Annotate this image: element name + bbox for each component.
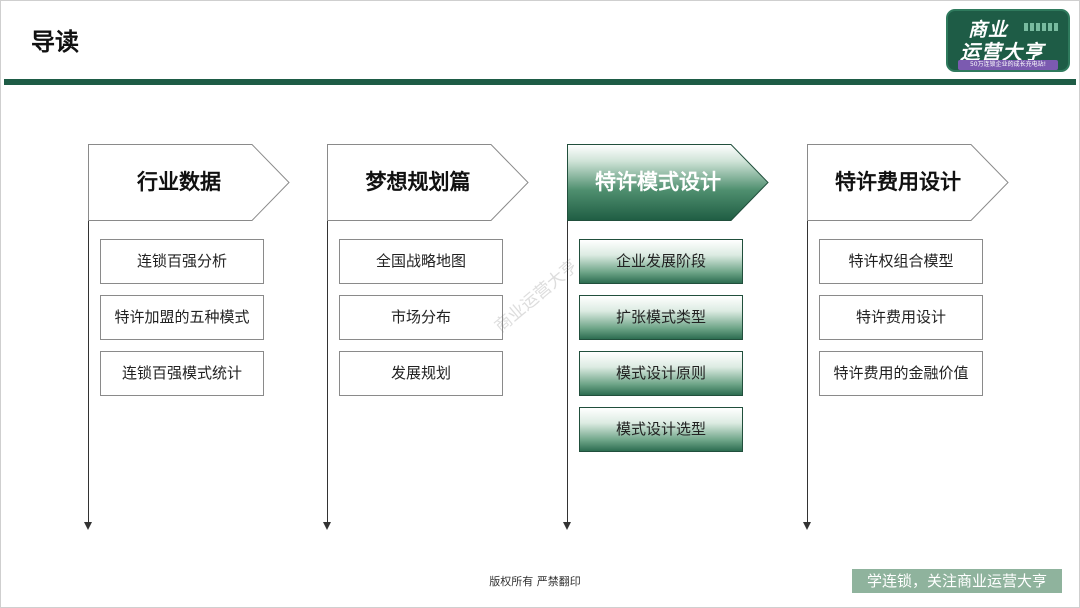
list-item-active[interactable]: 模式设计选型 [579, 407, 743, 452]
column-header[interactable]: 特许费用设计 [807, 144, 1009, 221]
column-header[interactable]: 梦想规划篇 [327, 144, 529, 221]
list-item[interactable]: 连锁百强分析 [100, 239, 264, 284]
list-item[interactable]: 特许加盟的五种模式 [100, 295, 264, 340]
column-header[interactable]: 行业数据 [88, 144, 290, 221]
column-franchise-fee-design: 特许费用设计 特许权组合模型 特许费用设计 特许费用的金融价值 [803, 144, 1027, 534]
page-title: 导读 [31, 28, 79, 56]
list-item[interactable]: 特许费用的金融价值 [819, 351, 983, 396]
header-divider [4, 79, 1076, 85]
footer-badge: 学连锁，关注商业运营大亨 [852, 569, 1062, 593]
list-item[interactable]: 连锁百强模式统计 [100, 351, 264, 396]
list-item[interactable]: 发展规划 [339, 351, 503, 396]
list-item-active[interactable]: 企业发展阶段 [579, 239, 743, 284]
column-header-label: 特许费用设计 [835, 170, 961, 194]
column-header-label: 梦想规划篇 [365, 170, 471, 194]
list-item[interactable]: 市场分布 [339, 295, 503, 340]
list-item[interactable]: 全国战略地图 [339, 239, 503, 284]
arrow-down-icon [84, 522, 92, 530]
column-franchise-model-design: 特许模式设计 企业发展阶段 扩张模式类型 模式设计原则 模式设计选型 [563, 144, 787, 534]
column-header-label: 行业数据 [137, 170, 221, 194]
arrow-down-icon [803, 522, 811, 530]
list-item[interactable]: 特许权组合模型 [819, 239, 983, 284]
list-item-active[interactable]: 模式设计原则 [579, 351, 743, 396]
brand-logo: 商业 运营大亨 50万连锁企业的成长充电站! [946, 9, 1070, 72]
column-header-label: 特许模式设计 [595, 170, 721, 194]
list-item[interactable]: 特许费用设计 [819, 295, 983, 340]
column-industry-data: 行业数据 连锁百强分析 特许加盟的五种模式 连锁百强模式统计 [84, 144, 308, 534]
logo-tagline: 50万连锁企业的成长充电站! [958, 60, 1058, 70]
arrow-down-icon [563, 522, 571, 530]
column-dream-planning: 梦想规划篇 全国战略地图 市场分布 发展规划 [323, 144, 547, 534]
copyright-notice: 版权所有 严禁翻印 [489, 575, 581, 588]
column-header-active[interactable]: 特许模式设计 [567, 144, 769, 221]
list-item-active[interactable]: 扩张模式类型 [579, 295, 743, 340]
arrow-down-icon [323, 522, 331, 530]
logo-wave-icon [1024, 23, 1058, 31]
